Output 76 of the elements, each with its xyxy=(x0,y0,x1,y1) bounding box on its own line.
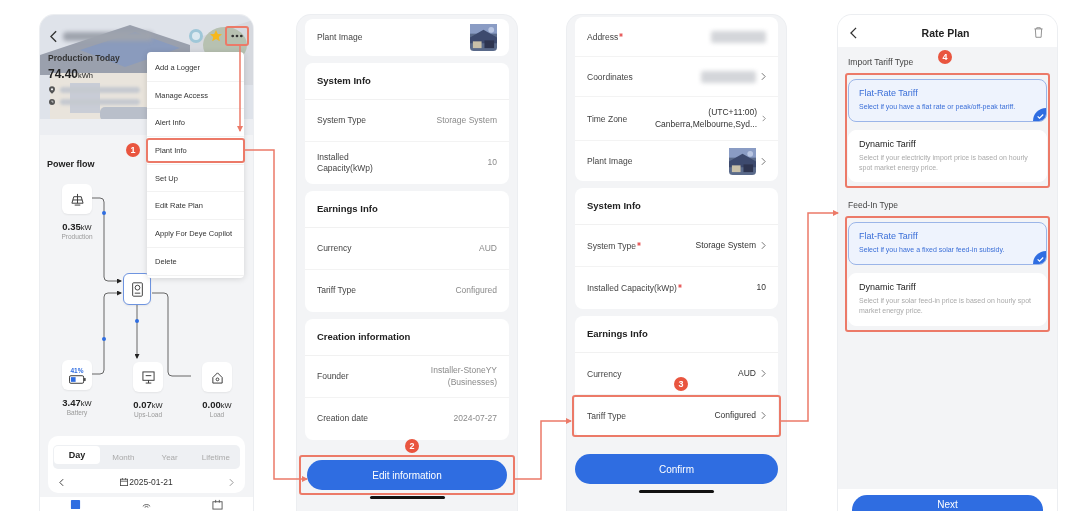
inverter-tile[interactable] xyxy=(123,273,151,305)
confirm-button[interactable]: Confirm xyxy=(575,454,778,484)
form-row[interactable]: Installed Capacity(kWp) 10 xyxy=(575,267,778,309)
field-value: Storage System xyxy=(436,114,497,126)
check-icon xyxy=(1033,107,1046,121)
option-title: Flat-Rate Tariff xyxy=(859,88,919,98)
field-label: Installed Capacity(kWp) xyxy=(317,151,374,175)
form-row[interactable]: System Type Storage System xyxy=(575,225,778,267)
star-icon[interactable] xyxy=(209,29,223,43)
solar-panel-icon xyxy=(70,192,84,206)
blurred-value xyxy=(701,70,756,83)
field-value[interactable]: AUD xyxy=(738,367,756,379)
option-title: Flat-Rate Tariff xyxy=(859,231,919,242)
field-value: Installer-StoneYY (Businesses) xyxy=(429,365,497,388)
field-value[interactable]: Storage System xyxy=(695,239,756,251)
check-icon xyxy=(1033,251,1046,265)
form-row[interactable]: Address xyxy=(575,17,778,57)
field-label: Currency xyxy=(587,368,622,379)
house-icon xyxy=(210,370,224,384)
form-row[interactable]: Plant Image xyxy=(575,141,778,181)
next-button[interactable]: Next xyxy=(852,495,1043,511)
section-title: Feed-In Type xyxy=(848,200,899,211)
field-label: Plant Image xyxy=(587,156,633,166)
field-value[interactable]: (UTC+11:00) Canberra,Melbourne,Syd... xyxy=(635,107,758,130)
form-row[interactable]: Tariff Type Configured xyxy=(575,395,778,437)
option-title: Dynamic Tariff xyxy=(859,282,917,293)
screen-title: Rate Plan xyxy=(921,26,970,39)
field-value[interactable]: 10 xyxy=(756,282,766,294)
calendar-icon xyxy=(120,478,129,486)
card-title: Earnings Info xyxy=(305,191,509,228)
connector-arrow xyxy=(513,418,572,480)
device-tile[interactable] xyxy=(133,362,163,392)
field-value: 10 xyxy=(487,157,497,169)
calendar-tab-icon[interactable] xyxy=(212,499,223,510)
form-row[interactable]: Time Zone (UTC+11:00) Canberra,Melbourne,Syd... xyxy=(575,97,778,141)
field-value[interactable]: Configured xyxy=(714,410,756,422)
field-label: Time Zone xyxy=(587,113,628,124)
field-label: System Type xyxy=(587,240,636,251)
trash-icon[interactable] xyxy=(1034,27,1043,38)
field-value: 2024-07-27 xyxy=(453,413,497,425)
location-pin-icon xyxy=(49,86,55,94)
date-text[interactable]: 2025-01-21 xyxy=(129,477,173,487)
field-label: System Type xyxy=(317,114,366,127)
more-icon[interactable] xyxy=(231,34,243,38)
previous-icon[interactable] xyxy=(59,477,64,487)
card-title: Creation information xyxy=(305,319,509,356)
monitor-icon xyxy=(141,370,155,384)
section-title: Power flow xyxy=(47,159,96,169)
field-label: Tariff Type xyxy=(317,285,356,297)
field-label: Plant Image xyxy=(317,31,363,44)
inverter-icon xyxy=(131,281,143,297)
card-title: System Info xyxy=(575,188,778,225)
flow-line xyxy=(134,304,140,359)
production-label: Production Today xyxy=(48,53,120,63)
device-tile[interactable] xyxy=(62,184,92,214)
battery-icon xyxy=(68,374,86,384)
field-label: Coordinates xyxy=(587,71,633,82)
clock-icon xyxy=(49,99,55,105)
field-value: AUD xyxy=(479,242,497,254)
home-tab-icon[interactable] xyxy=(70,499,81,510)
field-label: Installed Capacity(kWp) xyxy=(587,283,677,293)
edit-information-button[interactable]: Edit information xyxy=(307,460,507,490)
field-label: Tariff Type xyxy=(587,411,626,421)
back-icon[interactable] xyxy=(850,26,857,39)
device-tile[interactable] xyxy=(202,362,232,392)
field-label: Address xyxy=(587,31,619,42)
blurred-value xyxy=(711,30,766,43)
card-title: Earnings Info xyxy=(575,316,778,353)
field-label: Founder xyxy=(317,370,349,383)
option-title: Dynamic Tariff xyxy=(859,138,917,149)
form-row[interactable]: Coordinates xyxy=(575,57,778,97)
period-tab[interactable]: Day xyxy=(54,446,101,464)
field-label: Currency xyxy=(317,242,352,255)
field-label: Creation date xyxy=(317,413,369,425)
card-title: System Info xyxy=(305,63,509,100)
back-icon[interactable] xyxy=(50,29,57,43)
